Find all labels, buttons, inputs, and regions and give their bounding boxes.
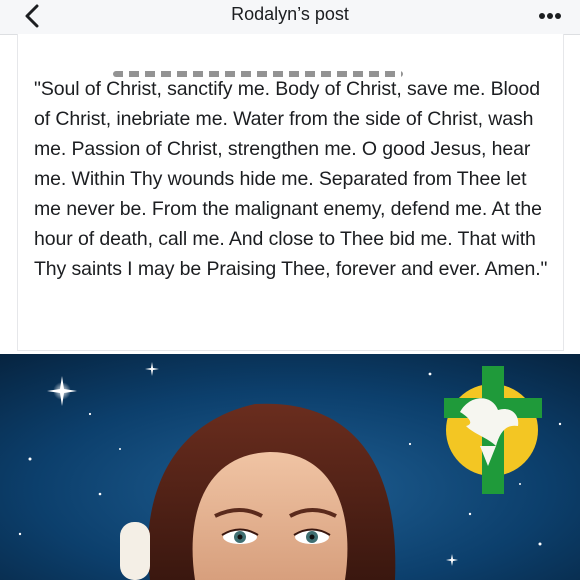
- jesus-portrait-image: [0, 354, 580, 580]
- top-bar: Rodalyn’s post: [0, 0, 580, 35]
- post-text: "Soul of Christ, sanctify me. Body of Ch…: [34, 78, 548, 280]
- ellipsis-icon: [539, 13, 561, 19]
- more-options-button[interactable]: [534, 2, 566, 30]
- post-image[interactable]: [0, 354, 580, 580]
- page-title: Rodalyn’s post: [231, 4, 349, 24]
